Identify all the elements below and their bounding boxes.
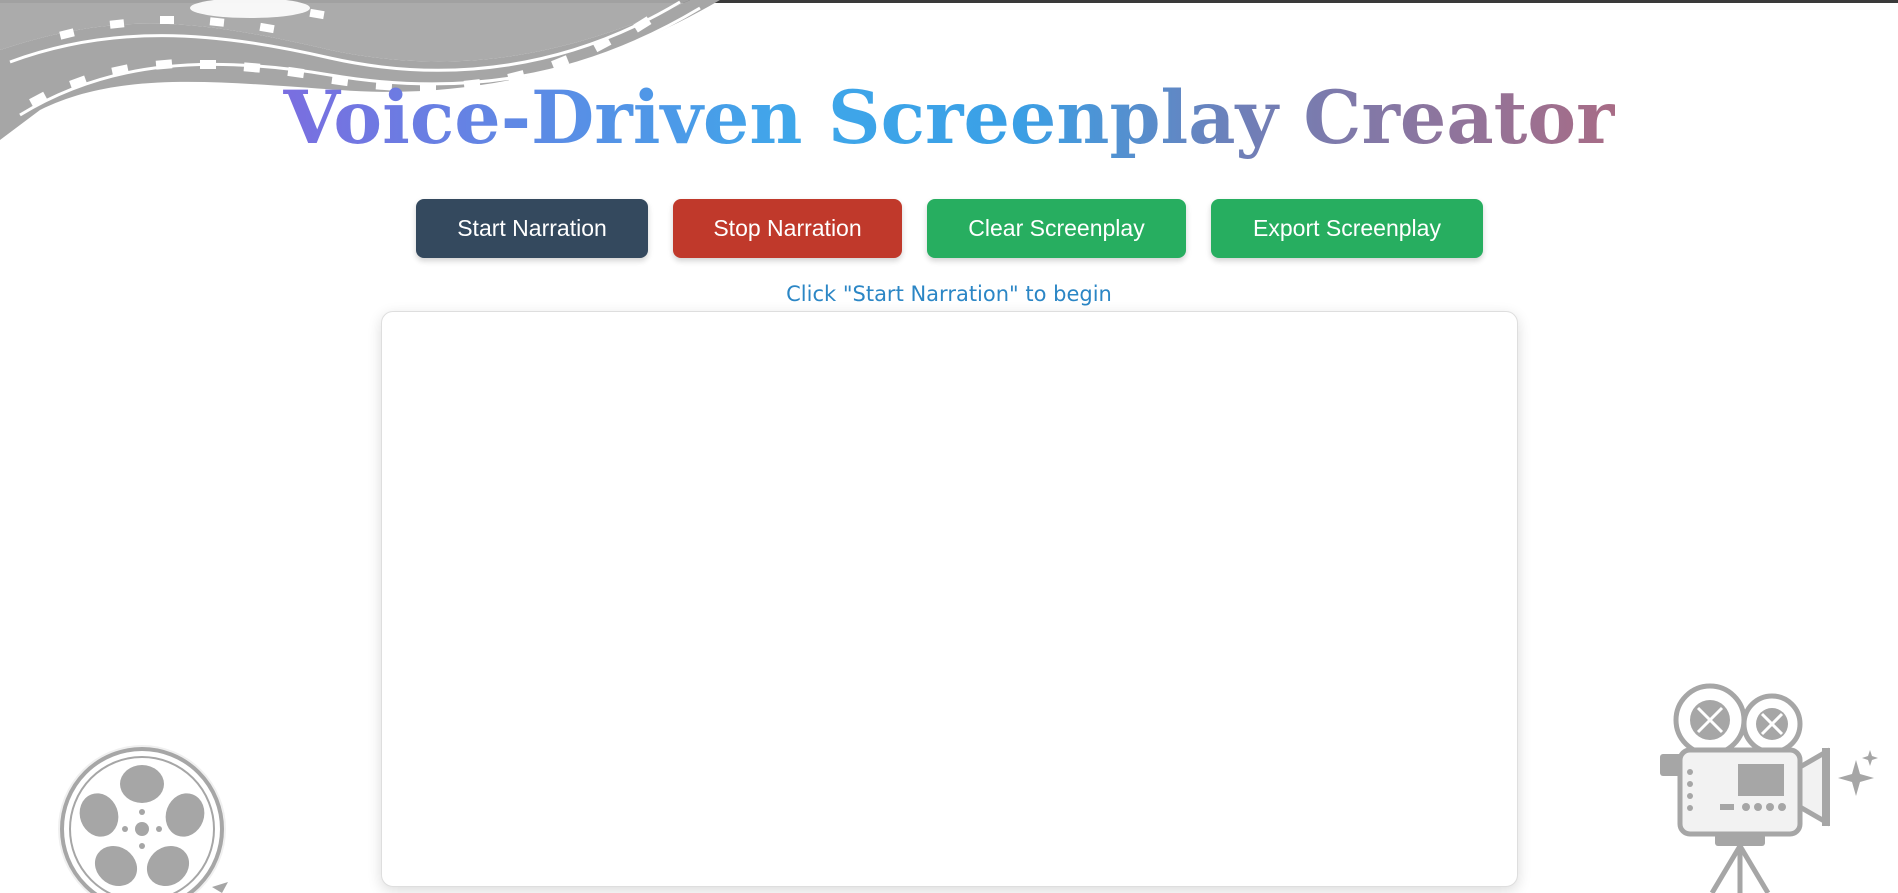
page-title: Voice-Driven Screenplay Creator [0,70,1898,166]
movie-camera-icon [1650,682,1882,893]
screenplay-textarea[interactable] [382,312,1517,886]
film-reel-icon [52,742,252,893]
page-title-text: Voice-Driven Screenplay Creator [283,75,1615,161]
clear-screenplay-button[interactable]: Clear Screenplay [927,199,1186,258]
screenplay-editor [381,311,1518,887]
controls-toolbar: Start Narration Stop Narration Clear Scr… [0,199,1898,259]
export-screenplay-button[interactable]: Export Screenplay [1211,199,1483,258]
start-narration-button[interactable]: Start Narration [416,199,648,258]
status-message: Click "Start Narration" to begin [786,282,1112,306]
stop-narration-button[interactable]: Stop Narration [673,199,902,258]
